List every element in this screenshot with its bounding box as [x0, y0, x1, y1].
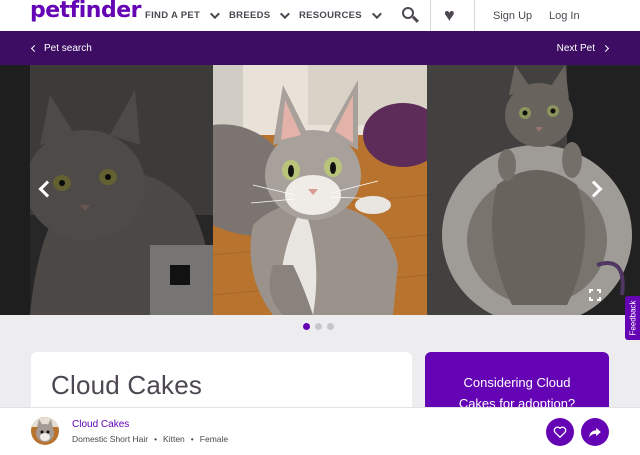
- pet-photo-next[interactable]: [427, 65, 640, 315]
- nav-find-a-pet-label: FIND A PET: [145, 10, 201, 21]
- pet-age: Kitten: [163, 434, 185, 444]
- pet-name-heading: Cloud Cakes: [51, 370, 203, 400]
- share-button[interactable]: [581, 418, 609, 446]
- sticky-pet-details: Domestic Short Hair • Kitten • Female: [72, 434, 228, 444]
- search-icon[interactable]: [402, 7, 414, 19]
- chevron-down-icon: [280, 9, 291, 20]
- nav-divider: [474, 0, 475, 31]
- sticky-pet-name[interactable]: Cloud Cakes: [72, 419, 129, 430]
- petfinder-logo[interactable]: petfinder: [30, 0, 141, 23]
- carousel-pagination: [303, 323, 334, 330]
- nav-resources[interactable]: RESOURCES: [299, 0, 382, 31]
- nav-breeds[interactable]: BREEDS: [229, 0, 291, 31]
- top-navigation: petfinder FIND A PET BREEDS RESOURCES ♥ …: [0, 0, 640, 31]
- heart-icon[interactable]: ♥: [444, 6, 455, 24]
- feedback-tab[interactable]: Feedback: [625, 296, 640, 340]
- fullscreen-expand-icon[interactable]: [589, 289, 601, 301]
- pet-subnav-bar: Pet search Next Pet: [0, 31, 640, 65]
- separator-dot: •: [190, 434, 194, 444]
- carousel-dot[interactable]: [303, 323, 310, 330]
- separator-dot: •: [154, 434, 158, 444]
- feedback-label: Feedback: [628, 300, 637, 336]
- favorite-button[interactable]: [546, 418, 574, 446]
- sticky-pet-bar: Cloud Cakes Domestic Short Hair • Kitten • F…: [0, 407, 640, 455]
- pet-breed: Domestic Short Hair: [72, 434, 149, 444]
- chevron-down-icon: [210, 9, 220, 20]
- sign-up-link[interactable]: Sign Up: [493, 0, 532, 31]
- pet-avatar: [31, 417, 59, 445]
- pet-gender: Female: [199, 434, 229, 444]
- pet-photo-current[interactable]: [213, 65, 427, 315]
- carousel-dot[interactable]: [327, 323, 334, 330]
- photo-carousel: [0, 65, 640, 315]
- chevron-right-icon: [601, 44, 610, 52]
- nav-breeds-label: BREEDS: [229, 10, 271, 21]
- chevron-left-icon: [30, 44, 39, 52]
- photo-dim-overlay: [0, 65, 213, 315]
- chevron-down-icon: [371, 9, 382, 20]
- share-arrow-icon: [589, 427, 601, 438]
- nav-find-a-pet[interactable]: FIND A PET: [145, 0, 220, 31]
- photo-dim-overlay: [427, 65, 640, 315]
- nav-resources-label: RESOURCES: [299, 10, 362, 21]
- log-in-link[interactable]: Log In: [549, 0, 580, 31]
- nav-divider: [430, 0, 431, 31]
- next-pet-link[interactable]: Next Pet: [556, 31, 610, 65]
- back-to-pet-search-label: Pet search: [44, 42, 92, 54]
- pet-photo-previous[interactable]: [0, 65, 213, 315]
- back-to-pet-search-link[interactable]: Pet search: [30, 31, 92, 65]
- next-pet-label: Next Pet: [556, 42, 595, 54]
- heart-outline-icon: [553, 426, 567, 438]
- carousel-dot[interactable]: [315, 323, 322, 330]
